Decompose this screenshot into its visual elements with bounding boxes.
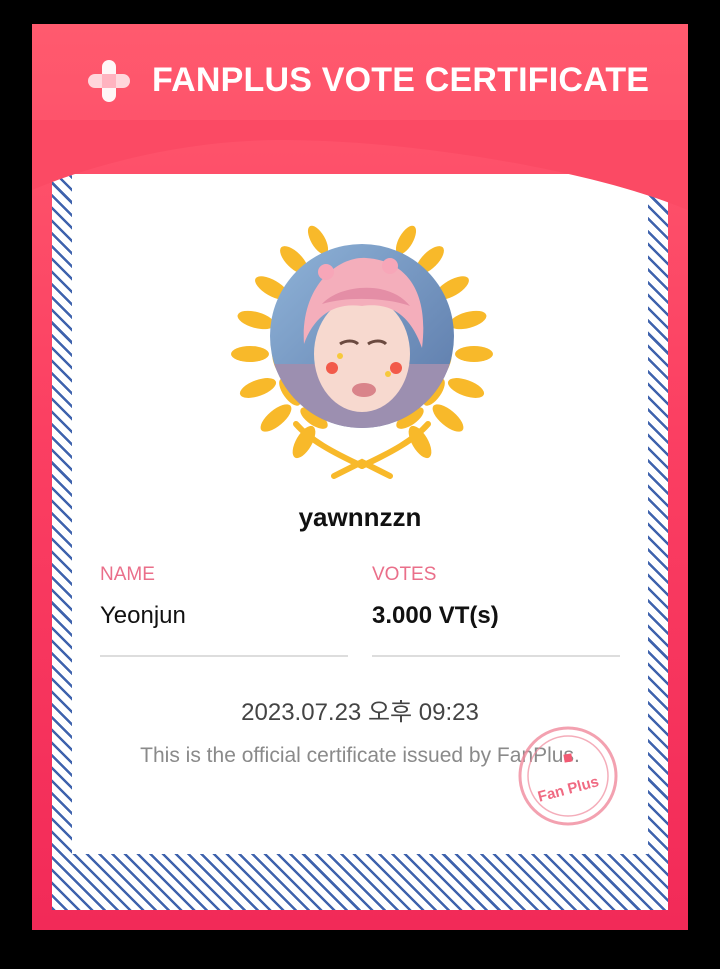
votes-value: 3.000 VT(s) [372, 602, 499, 629]
fanplus-logo-icon [88, 60, 130, 102]
vote-datetime: 2023.07.23 오후 09:23 [241, 699, 479, 726]
name-divider [100, 655, 348, 657]
name-value: Yeonjun [100, 602, 186, 629]
name-label: NAME [100, 564, 155, 585]
certificate-title: FANPLUS VOTE CERTIFICATE [152, 61, 650, 99]
voter-username: yawnnzzn [298, 502, 422, 532]
fanplus-stamp-icon: Fan Plus [518, 726, 618, 826]
stamp-label: Fan Plus [536, 773, 601, 806]
votes-label: VOTES [372, 564, 437, 585]
certificate-card: FANPLUS VOTE CERTIFICATE yawnnzzn NAME Y… [32, 24, 688, 930]
profile-photo [270, 244, 454, 428]
votes-divider [372, 655, 620, 657]
